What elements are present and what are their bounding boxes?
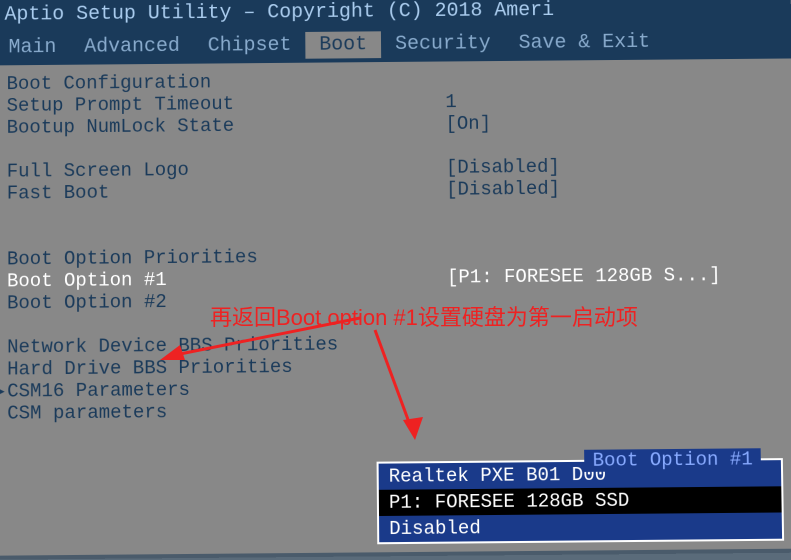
bootup-numlock-value[interactable]: [On] bbox=[445, 110, 780, 135]
menu-chipset[interactable]: Chipset bbox=[194, 32, 306, 60]
bios-title: Aptio Setup Utility – Copyright (C) 2018… bbox=[4, 0, 554, 27]
popup-option-disabled[interactable]: Disabled bbox=[379, 512, 782, 542]
menu-boot[interactable]: Boot bbox=[305, 31, 381, 58]
full-screen-logo-value[interactable]: [Disabled] bbox=[446, 154, 782, 179]
menu-save-exit[interactable]: Save & Exit bbox=[504, 29, 664, 57]
menu-main[interactable]: Main bbox=[0, 34, 70, 61]
popup-option-foresee[interactable]: P1: FORESEE 128GB SSD bbox=[379, 486, 782, 516]
popup-title: Boot Option #1 bbox=[584, 448, 760, 472]
menu-security[interactable]: Security bbox=[381, 30, 505, 58]
boot-option-popup: Boot Option #1 Realtek PXE B01 D00 P1: F… bbox=[377, 458, 785, 544]
bootup-numlock-label[interactable]: Bootup NumLock State bbox=[7, 113, 446, 139]
fast-boot-label[interactable]: Fast Boot bbox=[7, 179, 446, 205]
annotation-arrow-2 bbox=[355, 325, 435, 445]
menu-advanced[interactable]: Advanced bbox=[70, 33, 194, 61]
boot-option-1-value[interactable]: [P1: FORESEE 128GB S...] bbox=[447, 264, 783, 289]
fast-boot-value[interactable]: [Disabled] bbox=[446, 176, 782, 201]
setup-prompt-timeout-value[interactable]: 1 bbox=[445, 88, 780, 113]
annotation-text: 再返回Boot option #1设置硬盘为第一启动项 bbox=[210, 300, 638, 332]
